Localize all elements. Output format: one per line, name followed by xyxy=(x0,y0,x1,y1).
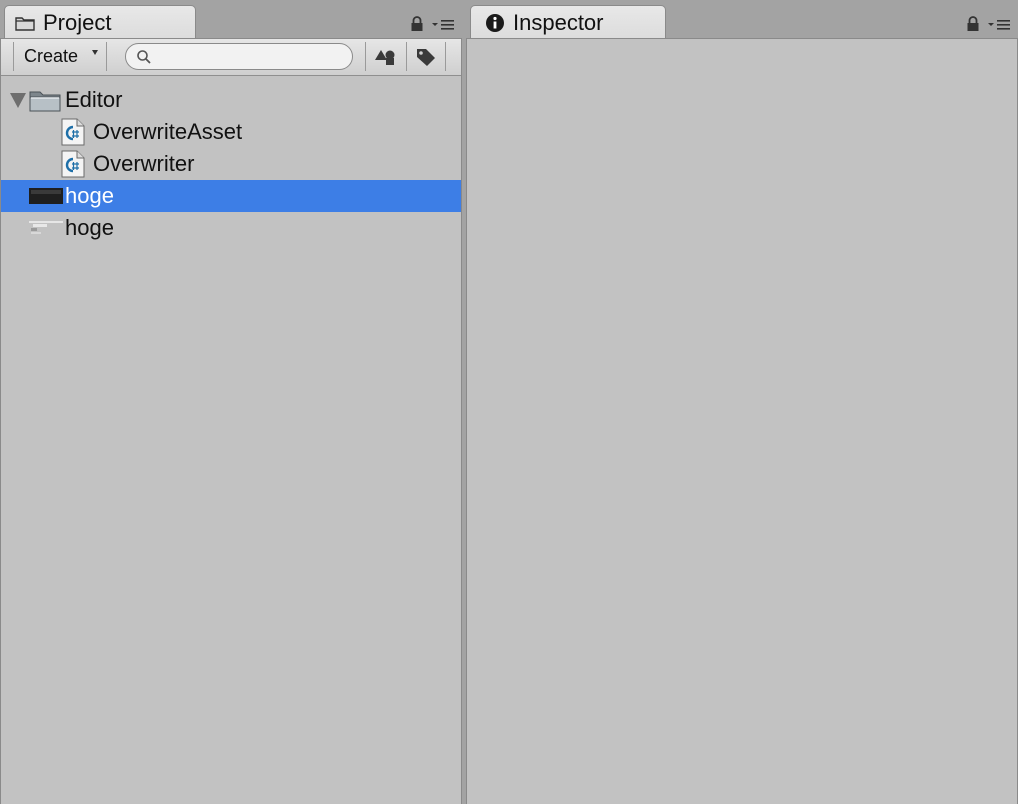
filter-by-label-button[interactable] xyxy=(406,42,446,71)
panel-menu-icon[interactable] xyxy=(986,17,1012,31)
tree-item-script[interactable]: OverwriteAsset xyxy=(1,116,461,148)
create-button-label: Create xyxy=(24,46,79,66)
folder-icon xyxy=(29,87,61,113)
unity-editor-window: Project Create Editor OverwriteAsset Ove… xyxy=(0,0,1018,804)
tree-item-label: Editor xyxy=(65,87,123,112)
project-tabbar: Project xyxy=(0,0,462,39)
inspector-panel: Inspector xyxy=(466,0,1018,804)
project-tab-tools xyxy=(410,16,456,32)
csharp-script-icon xyxy=(61,150,85,178)
search-icon xyxy=(136,49,152,65)
lock-icon[interactable] xyxy=(966,16,980,32)
tab-inspector[interactable]: Inspector xyxy=(470,5,666,39)
asset-thumbnail-icon xyxy=(29,188,63,204)
search-input[interactable] xyxy=(156,46,340,67)
project-panel: Project Create Editor OverwriteAsset Ove… xyxy=(0,0,462,804)
tag-icon xyxy=(415,47,437,67)
search-field[interactable] xyxy=(125,43,353,70)
expand-arrow-icon[interactable] xyxy=(10,93,26,108)
filter-by-type-button[interactable] xyxy=(365,42,405,71)
tree-item-asset-selected[interactable]: hoge xyxy=(1,180,461,212)
shapes-icon xyxy=(374,47,397,67)
project-panel-body: Create Editor OverwriteAsset Overwriter … xyxy=(0,38,462,804)
tree-item-label: hoge xyxy=(65,183,114,208)
create-dropdown-button[interactable]: Create xyxy=(13,42,107,71)
inspector-panel-body xyxy=(466,38,1018,804)
tab-inspector-label: Inspector xyxy=(513,9,604,35)
tree-item-editor-folder[interactable]: Editor xyxy=(1,84,461,116)
inspector-tabbar: Inspector xyxy=(466,0,1018,39)
project-toolbar: Create xyxy=(1,39,461,76)
tree-item-script[interactable]: Overwriter xyxy=(1,148,461,180)
tree-item-label: Overwriter xyxy=(93,151,195,176)
tab-project-label: Project xyxy=(43,9,112,35)
inspector-tab-tools xyxy=(966,16,1012,32)
panel-menu-icon[interactable] xyxy=(430,17,456,31)
tab-project[interactable]: Project xyxy=(4,5,196,39)
csharp-script-icon xyxy=(61,118,85,146)
chevron-down-icon xyxy=(92,50,98,55)
folder-icon xyxy=(15,15,35,31)
tree-item-label: hoge xyxy=(65,215,114,240)
tree-item-label: OverwriteAsset xyxy=(93,119,243,144)
tree-item-asset[interactable]: hoge xyxy=(1,212,461,244)
asset-thumbnail-icon xyxy=(29,220,63,236)
info-icon xyxy=(485,13,505,33)
lock-icon[interactable] xyxy=(410,16,424,32)
